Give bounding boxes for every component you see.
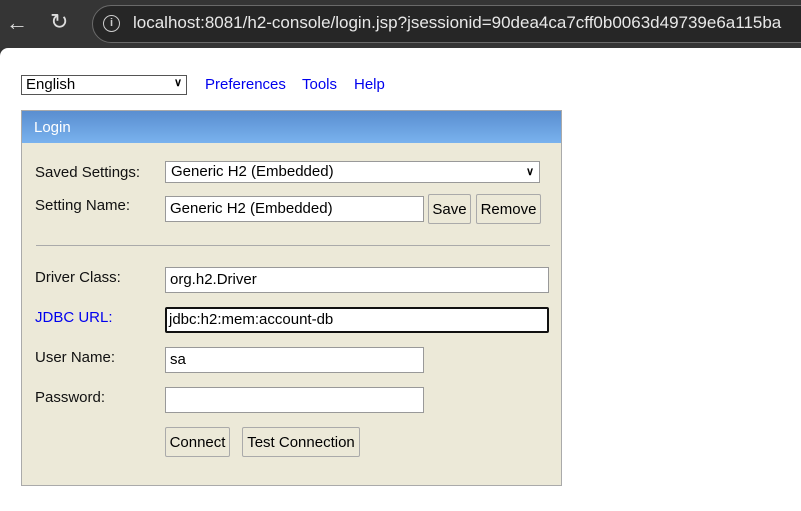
user-name-input[interactable]: sa bbox=[165, 347, 424, 373]
remove-button[interactable]: Remove bbox=[476, 194, 541, 224]
jdbc-url-label[interactable]: JDBC URL: bbox=[35, 309, 113, 326]
save-button[interactable]: Save bbox=[428, 194, 471, 224]
connect-button[interactable]: Connect bbox=[165, 427, 230, 457]
divider bbox=[36, 245, 550, 246]
chevron-down-icon: ∨ bbox=[525, 166, 534, 178]
back-arrow-icon[interactable]: ← bbox=[6, 10, 28, 36]
test-connection-button[interactable]: Test Connection bbox=[242, 427, 360, 457]
password-input[interactable] bbox=[165, 387, 424, 413]
saved-settings-label: Saved Settings: bbox=[35, 164, 141, 181]
saved-settings-select[interactable]: Generic H2 (Embedded) ∨ bbox=[165, 161, 540, 183]
login-header: Login bbox=[22, 111, 561, 143]
url-text[interactable]: localhost:8081/h2-console/login.jsp?jses… bbox=[133, 13, 781, 33]
jdbc-url-input[interactable]: jdbc:h2:mem:account-db bbox=[165, 307, 549, 333]
browser-toolbar: ← ↻ i localhost:8081/h2-console/login.js… bbox=[0, 0, 801, 48]
language-select[interactable]: English ∨ bbox=[21, 75, 187, 95]
driver-class-label: Driver Class: bbox=[35, 269, 121, 286]
saved-settings-value: Generic H2 (Embedded) bbox=[171, 163, 334, 180]
language-value: English bbox=[26, 76, 76, 93]
reload-icon[interactable]: ↻ bbox=[50, 9, 68, 35]
setting-name-input[interactable]: Generic H2 (Embedded) bbox=[165, 196, 424, 222]
user-name-label: User Name: bbox=[35, 349, 116, 366]
chevron-down-icon: ∨ bbox=[173, 77, 182, 89]
password-label: Password: bbox=[35, 389, 106, 406]
help-link[interactable]: Help bbox=[354, 76, 385, 93]
tools-link[interactable]: Tools bbox=[302, 76, 337, 93]
driver-class-input[interactable]: org.h2.Driver bbox=[165, 267, 549, 293]
info-icon[interactable]: i bbox=[103, 15, 120, 32]
preferences-link[interactable]: Preferences bbox=[205, 76, 286, 93]
login-panel: Login Saved Settings: Generic H2 (Embedd… bbox=[21, 110, 562, 486]
setting-name-label: Setting Name: bbox=[35, 197, 131, 214]
